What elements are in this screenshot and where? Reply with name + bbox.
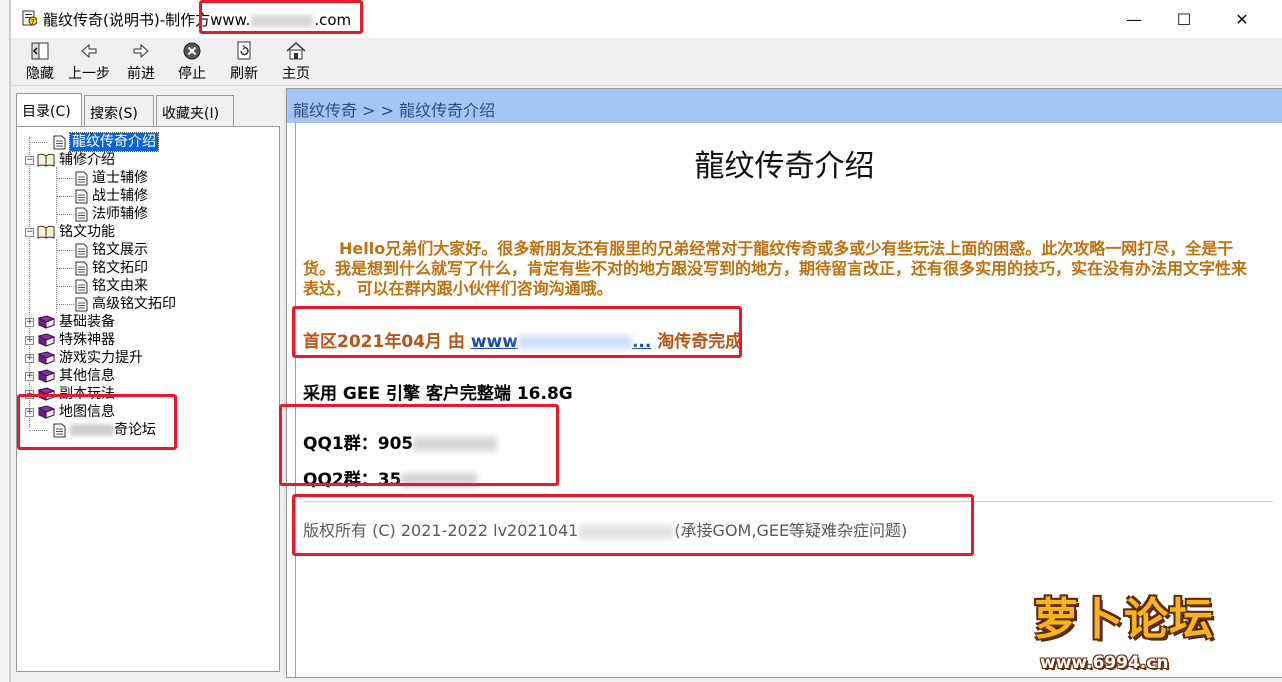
page-title: 龍纹传奇介绍: [694, 149, 875, 184]
highlight-box-copyright: [292, 494, 974, 556]
tree-item-label: 辅修介绍: [59, 152, 115, 168]
tree-item-label: 铭文由来: [92, 278, 148, 294]
tree-item-assist-mage[interactable]: 法师辅修: [75, 205, 148, 223]
back-button[interactable]: 上一步: [63, 41, 115, 83]
forum-watermark-logo: 萝卜论坛 www.6994.cn: [1034, 583, 1270, 679]
back-arrow-icon: [81, 43, 97, 59]
home-icon: [286, 41, 306, 60]
tab-favorites[interactable]: 收藏夹(I): [156, 95, 234, 127]
tree-item-other-info[interactable]: + 其他信息: [25, 367, 115, 385]
document-icon: [75, 297, 88, 311]
tree-item-insc-rubbing[interactable]: 铭文拓印: [75, 259, 148, 277]
refresh-label: 刷新: [230, 66, 258, 82]
help-viewer-window: ? 龍纹传奇(说明书)-制作方www..com — ☐ ✕ 隐藏 上一步 前进: [10, 0, 1282, 682]
document-icon: [53, 135, 66, 149]
closed-book-icon: [37, 333, 55, 347]
tree-item-label: 游戏实力提升: [59, 350, 143, 366]
forward-label: 前进: [127, 66, 155, 82]
refresh-button[interactable]: 刷新: [218, 41, 270, 83]
tree-item-inscription[interactable]: − 铭文功能: [25, 223, 115, 241]
watermark-url: www.6994.cn: [1040, 653, 1169, 673]
forward-button[interactable]: 前进: [115, 41, 167, 83]
document-icon: [75, 189, 88, 203]
open-book-icon: [37, 153, 55, 167]
tree-item-basic-gear[interactable]: + 基础装备: [25, 313, 115, 331]
forward-arrow-icon: [133, 43, 149, 59]
document-icon: [75, 261, 88, 275]
help-app-icon: ?: [22, 10, 37, 26]
tree-item-label: 特殊神器: [59, 332, 115, 348]
home-label: 主页: [282, 66, 310, 82]
tree-item-label: 高级铭文拓印: [92, 296, 176, 312]
refresh-icon: [237, 41, 251, 60]
watermark-logo-text: 萝卜论坛: [1034, 594, 1214, 645]
highlight-box-tree: [17, 394, 177, 450]
closed-book-icon: [37, 369, 55, 383]
svg-text:?: ?: [31, 18, 35, 26]
tree-connector: [56, 178, 74, 179]
expand-toggle-icon[interactable]: +: [25, 335, 34, 345]
content-margin-line: [295, 123, 296, 677]
hide-label: 隐藏: [26, 66, 54, 82]
minimize-button[interactable]: —: [1109, 0, 1159, 38]
collapse-toggle-icon[interactable]: −: [25, 227, 34, 237]
toolbar: 隐藏 上一步 前进 停止 刷新 主页: [11, 38, 1282, 86]
tree-item-assist[interactable]: − 辅修介绍: [25, 151, 115, 169]
back-label: 上一步: [68, 66, 110, 82]
background-window-strip: [0, 0, 10, 682]
tree-item-label: 战士辅修: [92, 188, 148, 204]
hide-button[interactable]: 隐藏: [14, 41, 66, 83]
document-icon: [75, 207, 88, 221]
highlight-box-qq: [279, 404, 559, 486]
tree-item-label: 铭文展示: [92, 242, 148, 258]
stop-icon: [183, 42, 201, 60]
tree-item-label: 法师辅修: [92, 206, 148, 222]
closed-book-icon: [37, 351, 55, 365]
tab-contents[interactable]: 目录(C): [16, 93, 82, 128]
breadcrumb: 龍纹传奇 > > 龍纹传奇介绍: [287, 89, 1282, 123]
document-icon: [75, 171, 88, 185]
tree-connector: [56, 268, 74, 269]
tree-item-special-artifact[interactable]: + 特殊神器: [25, 331, 115, 349]
tree-item-assist-taoist[interactable]: 道士辅修: [75, 169, 148, 187]
tree-item-intro[interactable]: 龍纹传奇介绍: [53, 132, 159, 152]
tree-item-power-up[interactable]: + 游戏实力提升: [25, 349, 143, 367]
tree-connector: [56, 214, 74, 215]
tree-connector: [56, 196, 74, 197]
tab-search[interactable]: 搜索(S): [84, 95, 154, 127]
document-icon: [75, 243, 88, 257]
collapse-toggle-icon[interactable]: −: [25, 155, 34, 165]
tree-item-insc-show[interactable]: 铭文展示: [75, 241, 148, 259]
expand-toggle-icon[interactable]: +: [25, 317, 34, 327]
intro-paragraph: Hello兄弟们大家好。很多新朋友还有服里的兄弟经常对于龍纹传奇或多或少有些玩法…: [303, 239, 1248, 298]
tree-item-label: 基础装备: [59, 314, 115, 330]
close-button[interactable]: ✕: [1217, 0, 1267, 38]
tree-connector: [56, 250, 74, 251]
tree-item-label: 龍纹传奇介绍: [69, 132, 159, 152]
home-button[interactable]: 主页: [270, 41, 322, 83]
maximize-button[interactable]: ☐: [1159, 0, 1209, 38]
tree-connector: [56, 286, 74, 287]
tree-item-label: 其他信息: [59, 368, 115, 384]
tree-item-insc-advanced[interactable]: 高级铭文拓印: [75, 295, 176, 313]
tree-item-label: 铭文功能: [59, 224, 115, 240]
hide-pane-icon: [31, 42, 49, 60]
tree-item-insc-origin[interactable]: 铭文由来: [75, 277, 148, 295]
expand-toggle-icon[interactable]: +: [25, 371, 34, 381]
tree-item-label: 铭文拓印: [92, 260, 148, 276]
highlight-box-first-server: [292, 306, 742, 358]
tree-connector: [56, 304, 74, 305]
closed-book-icon: [37, 315, 55, 329]
document-icon: [75, 279, 88, 293]
tree-item-assist-warrior[interactable]: 战士辅修: [75, 187, 148, 205]
expand-toggle-icon[interactable]: +: [25, 353, 34, 363]
stop-button[interactable]: 停止: [166, 41, 218, 83]
highlight-box-title: [199, 0, 363, 34]
stop-label: 停止: [178, 66, 206, 82]
tree-connector: [29, 142, 47, 143]
tree-item-label: 道士辅修: [92, 170, 148, 186]
open-book-icon: [37, 225, 55, 239]
engine-info: 采用 GEE 引擎 客户完整端 16.8G: [303, 384, 573, 404]
